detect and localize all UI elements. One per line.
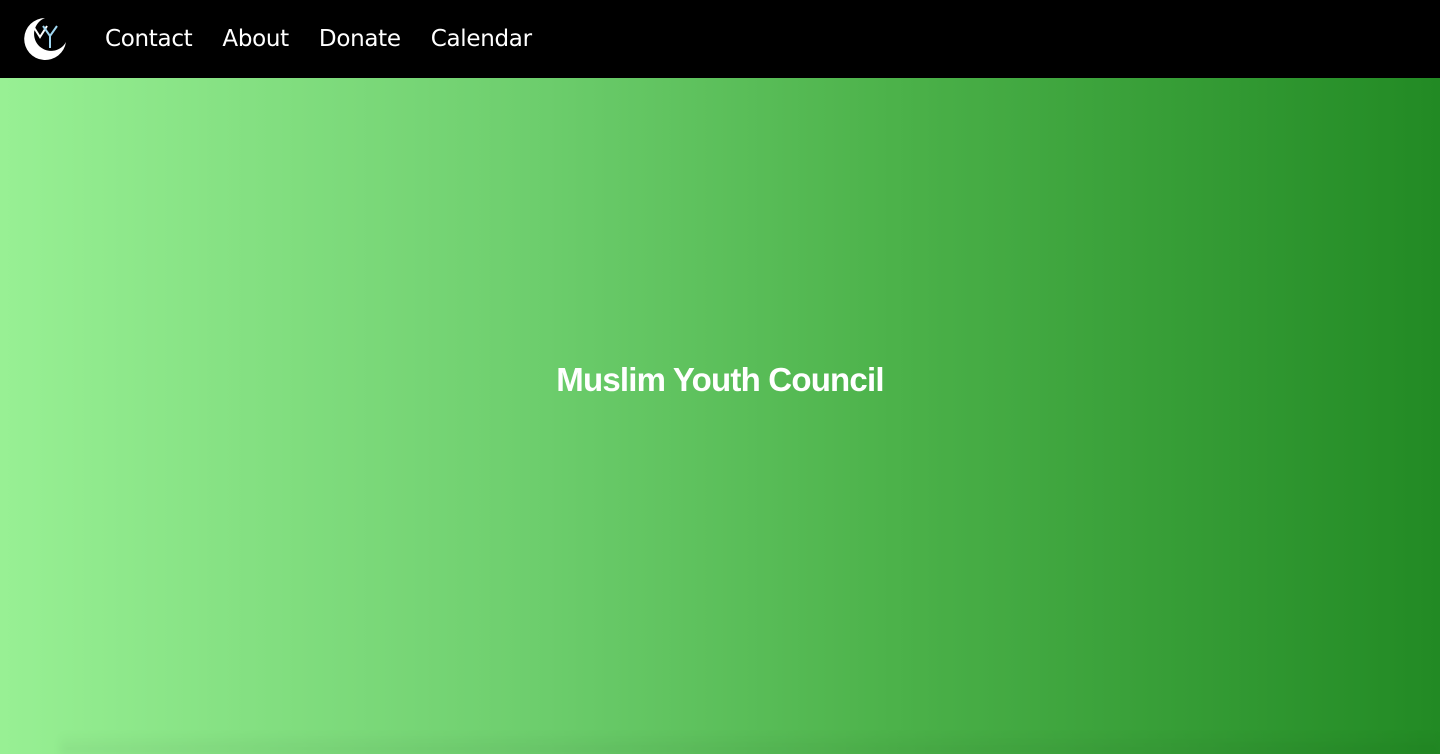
crescent-logo-icon [24,18,66,60]
hero-bottom-shadow [60,732,1440,754]
hero-title: Muslim Youth Council [556,361,884,398]
site-logo[interactable] [21,15,69,63]
nav-link-calendar[interactable]: Calendar [431,0,532,78]
top-navbar: Contact About Donate Calendar [0,0,1440,78]
nav-link-donate[interactable]: Donate [319,0,401,78]
nav-link-contact[interactable]: Contact [105,0,193,78]
hero-banner: Muslim Youth Council [0,78,1440,754]
main-nav: Contact About Donate Calendar [105,0,562,78]
nav-link-about[interactable]: About [222,0,289,78]
